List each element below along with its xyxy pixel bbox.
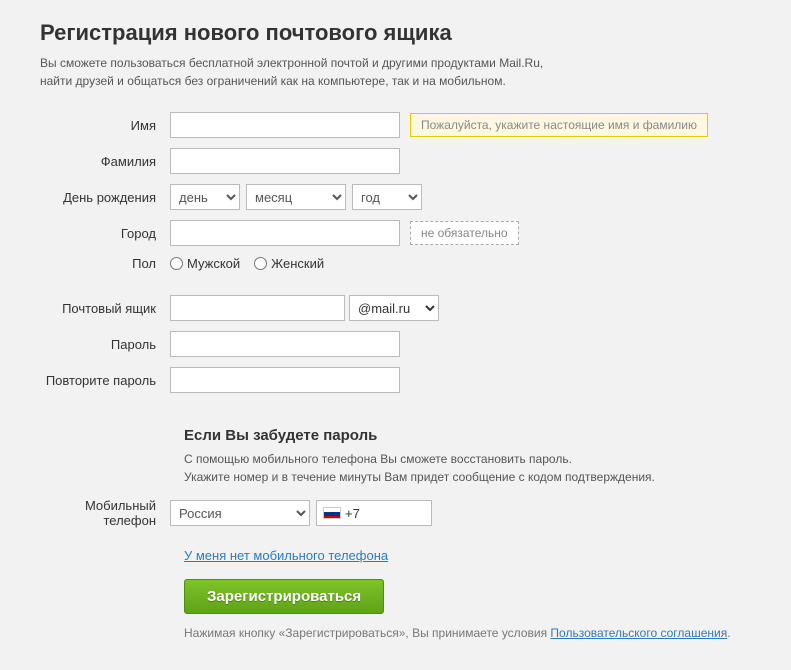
forgot-password-title: Если Вы забудете пароль [184, 427, 751, 444]
email-domain-selector: @mail.ru @inbox.ru @list.ru @bk.ru [349, 295, 439, 321]
surname-input[interactable] [170, 148, 400, 174]
gender-female-label: Женский [271, 256, 324, 271]
name-input[interactable] [170, 112, 400, 138]
gender-male-label: Мужской [187, 256, 240, 271]
ru-flag-icon [323, 507, 341, 519]
birthday-year-select[interactable]: год 2023201020001990 1980197019601950 [352, 184, 422, 210]
terms-link[interactable]: Пользовательского соглашения [550, 626, 727, 640]
surname-row: Фамилия [40, 148, 751, 174]
city-optional-hint: не обязательно [410, 221, 519, 245]
name-label: Имя [40, 118, 170, 133]
email-domain-select[interactable]: @mail.ru @inbox.ru @list.ru @bk.ru [349, 295, 439, 321]
gender-options: Мужской Женский [170, 256, 324, 271]
gender-male-option[interactable]: Мужской [170, 256, 240, 271]
terms-dot: . [727, 626, 730, 640]
terms-text-wrapper: Нажимая кнопку «Зарегистрироваться», Вы … [184, 626, 751, 640]
email-label: Почтовый ящик [40, 301, 170, 316]
city-label: Город [40, 226, 170, 241]
password-input[interactable] [170, 331, 400, 357]
phone-number-input[interactable] [345, 502, 425, 524]
forgot-password-text: С помощью мобильного телефона Вы сможете… [184, 450, 751, 486]
city-row: Город не обязательно [40, 220, 751, 246]
phone-country-select[interactable]: Россия Украина Беларусь Казахстан [170, 500, 310, 526]
name-row: Имя Пожалуйста, укажите настоящие имя и … [40, 112, 751, 138]
birthday-row: День рождения день 12345 678910 11121314… [40, 184, 751, 210]
gender-label: Пол [40, 256, 170, 271]
birthday-controls: день 12345 678910 1112131415 1617181920 … [170, 184, 422, 210]
password-repeat-input[interactable] [170, 367, 400, 393]
gender-row: Пол Мужской Женский [40, 256, 751, 271]
register-button-wrapper: Зарегистрироваться [40, 579, 751, 614]
surname-label: Фамилия [40, 154, 170, 169]
email-controls: @mail.ru @inbox.ru @list.ru @bk.ru [170, 295, 439, 321]
password-repeat-label: Повторите пароль [40, 373, 170, 388]
mobile-phone-row: Мобильный телефон Россия Украина Беларус… [40, 498, 751, 528]
birthday-label: День рождения [40, 190, 170, 205]
mobile-label: Мобильный телефон [40, 498, 170, 528]
register-button[interactable]: Зарегистрироваться [184, 579, 384, 614]
terms-text-before: Нажимая кнопку «Зарегистрироваться», Вы … [184, 626, 547, 640]
page-wrapper: Регистрация нового почтового ящика Вы см… [0, 0, 791, 670]
gender-female-option[interactable]: Женский [254, 256, 324, 271]
page-title: Регистрация нового почтового ящика [40, 20, 751, 46]
email-input[interactable] [170, 295, 345, 321]
birthday-month-select[interactable]: месяц ЯнварьФевральМартАпрель МайИюньИюл… [246, 184, 346, 210]
email-row: Почтовый ящик @mail.ru @inbox.ru @list.r… [40, 295, 751, 321]
gender-male-radio[interactable] [170, 257, 183, 270]
birthday-day-select[interactable]: день 12345 678910 1112131415 1617181920 … [170, 184, 240, 210]
forgot-password-section: Если Вы забудете пароль С помощью мобиль… [184, 427, 751, 486]
registration-form: Имя Пожалуйста, укажите настоящие имя и … [40, 112, 751, 640]
gender-female-radio[interactable] [254, 257, 267, 270]
no-phone-link[interactable]: У меня нет мобильного телефона [184, 548, 388, 563]
password-label: Пароль [40, 337, 170, 352]
password-repeat-row: Повторите пароль [40, 367, 751, 393]
name-hint: Пожалуйста, укажите настоящие имя и фами… [410, 113, 708, 137]
city-input[interactable] [170, 220, 400, 246]
phone-controls: Россия Украина Беларусь Казахстан [170, 500, 432, 526]
password-row: Пароль [40, 331, 751, 357]
page-subtitle: Вы сможете пользоваться бесплатной элект… [40, 54, 751, 90]
